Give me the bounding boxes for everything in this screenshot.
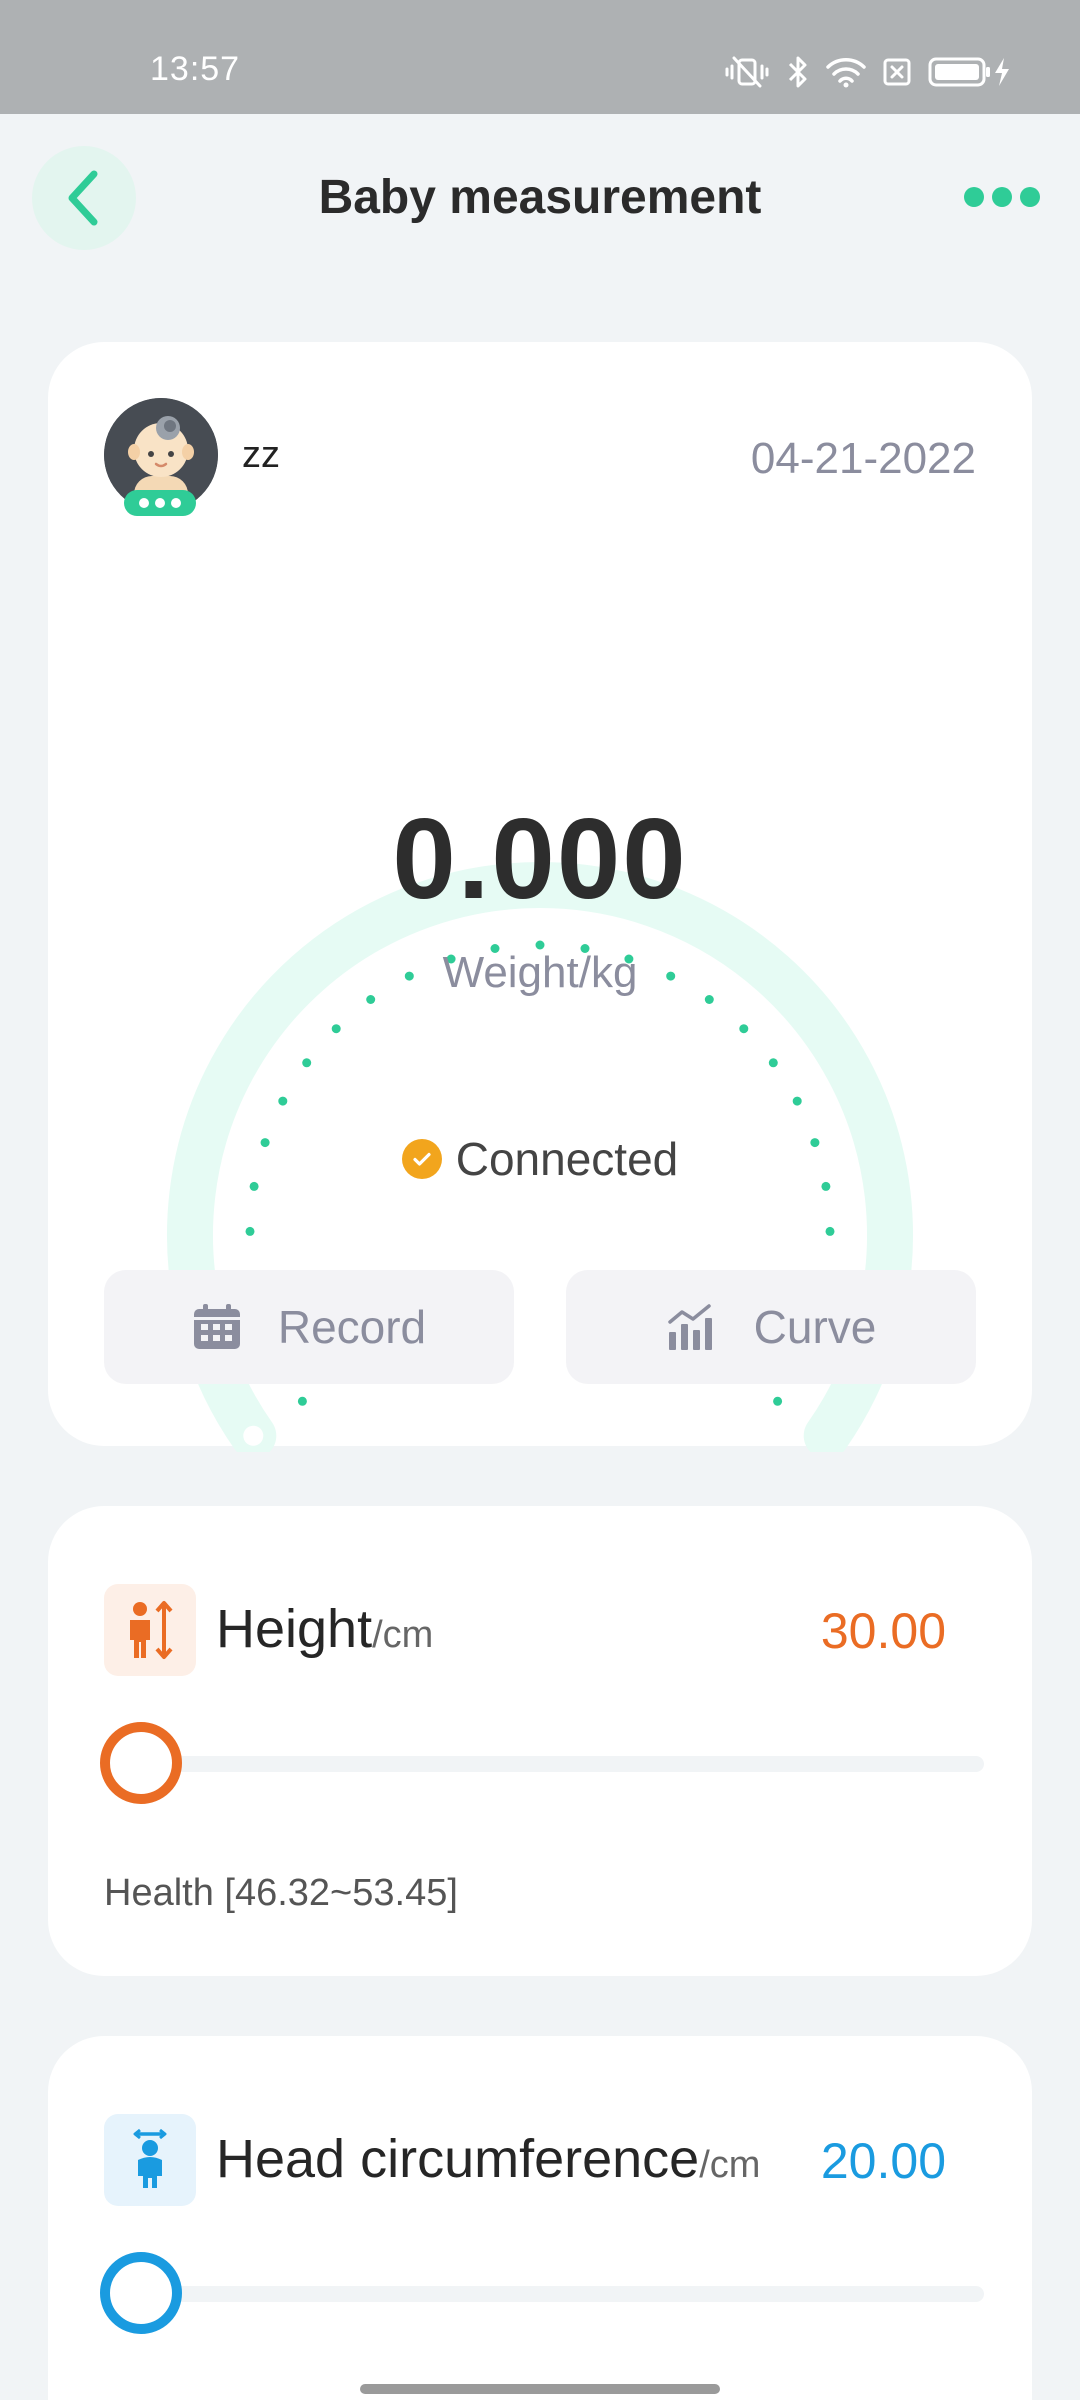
weight-value: 0.000: [392, 796, 688, 923]
height-slider-track[interactable]: [148, 1756, 984, 1772]
gauge-tick-dot: [773, 1396, 783, 1406]
top-bar: Baby measurement: [0, 114, 1080, 286]
height-health-range: Health [46.32~53.45]: [104, 1872, 458, 1914]
height-value: 30.00: [820, 1603, 946, 1659]
status-icons: [724, 52, 1012, 92]
home-indicator: [360, 2384, 720, 2394]
battery-charging-icon: [928, 57, 1009, 87]
gauge-tick-dot: [825, 1226, 835, 1236]
head-circumference-unit: /cm: [699, 2144, 761, 2186]
connection-status-label: Connected: [455, 1133, 679, 1185]
user-name: zz: [242, 434, 280, 476]
gauge-tick-dot: [768, 1058, 778, 1068]
gauge-tick-dot: [331, 1024, 341, 1034]
height-slider-knob[interactable]: [100, 1722, 182, 1804]
height-card: Height/cm 30.00 Health [46.32~53.45]: [48, 1506, 1032, 1976]
curve-button-label: Curve: [753, 1301, 877, 1353]
head-circumference-title: Head circumference/cm: [216, 2129, 761, 2189]
head-circumference-card: Head circumference/cm 20.00: [48, 2036, 1032, 2400]
height-title: Height/cm: [216, 1599, 434, 1659]
curve-button[interactable]: Curve: [566, 1270, 976, 1384]
measurement-card: zz 04-21-2022 0.000 Weight/kg Connected …: [48, 342, 1032, 1452]
status-bar: 13:57: [0, 0, 1080, 114]
record-button[interactable]: Record: [104, 1270, 514, 1384]
gauge-tick-dot: [245, 1226, 255, 1236]
page-title: Baby measurement: [318, 171, 762, 224]
head-circumference-slider-knob[interactable]: [100, 2252, 182, 2334]
record-button-label: Record: [277, 1301, 427, 1353]
calendar-icon: [193, 1304, 240, 1349]
more-dots-icon: [964, 187, 984, 207]
head-circumference-icon: [104, 2114, 196, 2206]
gauge-tick-dot: [278, 1096, 288, 1106]
head-circumference-value: 20.00: [820, 2133, 946, 2189]
measurement-date: 04-21-2022: [750, 434, 976, 483]
weight-unit-label: Weight/kg: [442, 948, 638, 997]
connection-status: Connected: [48, 1132, 1032, 1186]
gauge-start-knob: [243, 1425, 264, 1446]
more-options-button[interactable]: [964, 182, 1040, 212]
check-circle-icon: [401, 1139, 442, 1179]
bar-chart-icon: [667, 1304, 712, 1350]
head-circumference-slider-track[interactable]: [148, 2286, 984, 2302]
gauge-tick-dot: [297, 1396, 307, 1406]
sim-none-icon: [883, 58, 911, 86]
status-time: 13:57: [150, 50, 241, 88]
gauge-tick-dot: [792, 1096, 802, 1106]
wifi-icon: [826, 58, 866, 88]
bluetooth-icon: [788, 56, 807, 88]
height-icon: [104, 1584, 196, 1676]
gauge-tick-dot: [302, 1058, 312, 1068]
height-unit: /cm: [372, 1614, 434, 1656]
vibrate-mute-icon: [725, 56, 769, 88]
gauge-tick-dot: [739, 1024, 749, 1034]
